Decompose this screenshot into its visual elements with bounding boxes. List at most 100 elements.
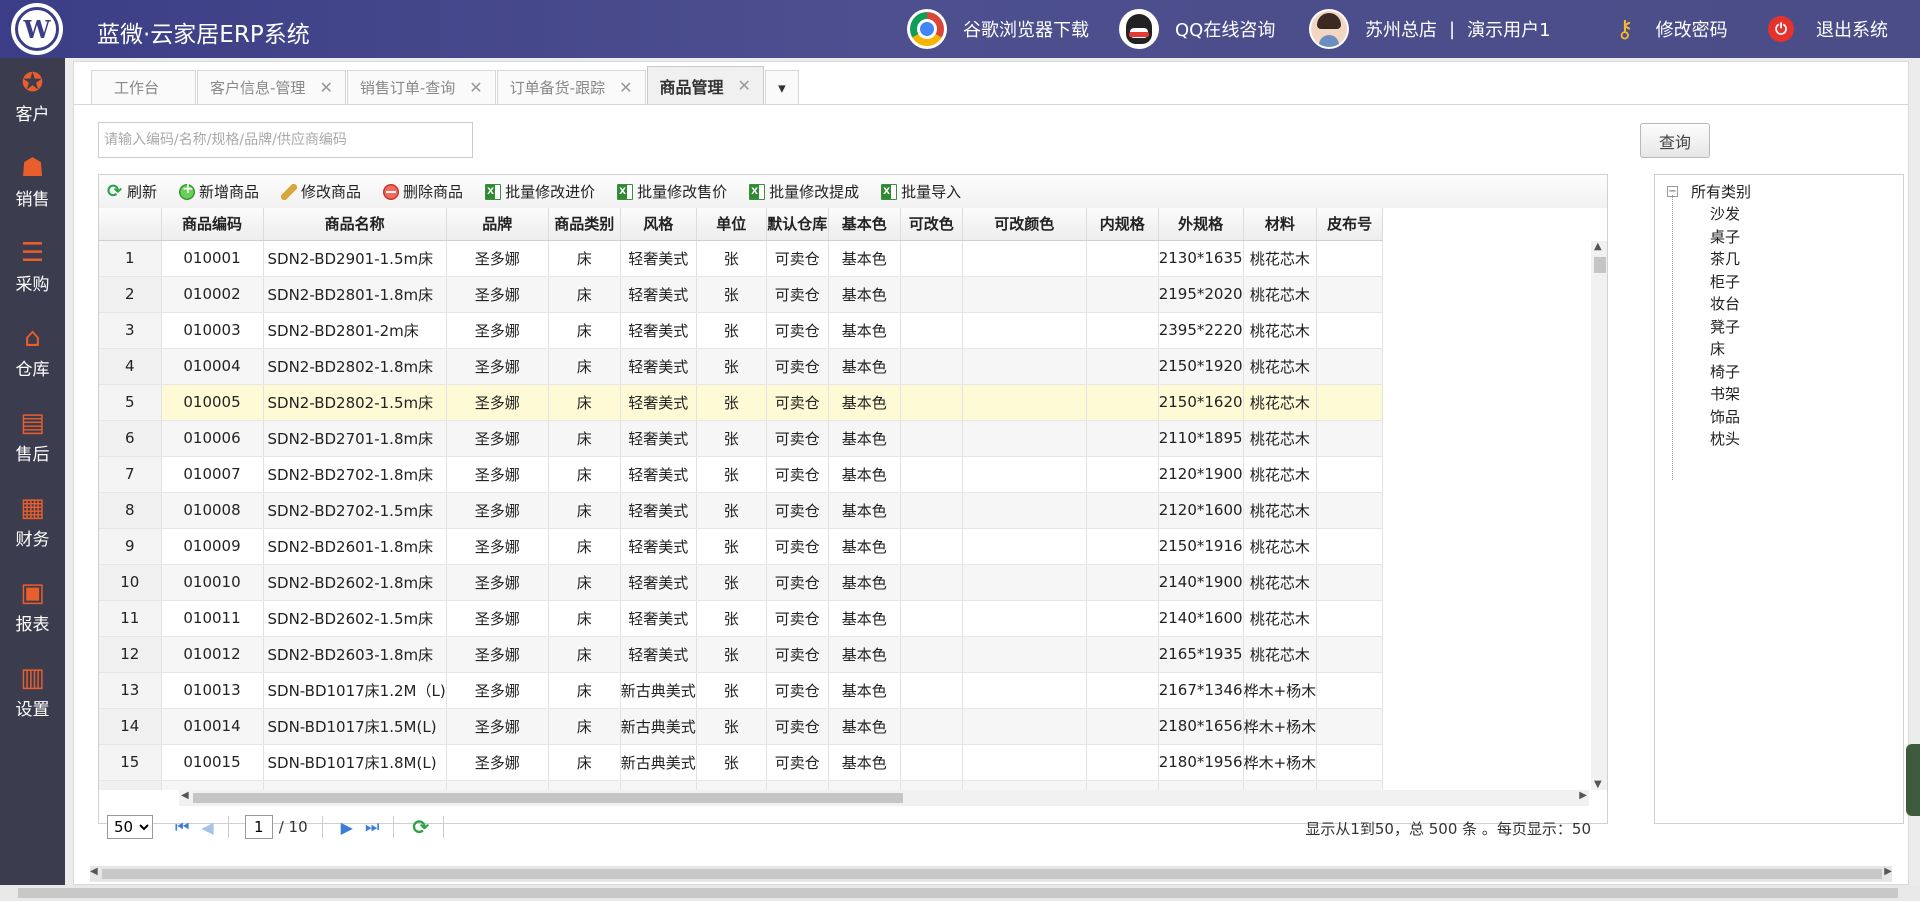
table-row[interactable]: 12 010012 SDN2-BD2603-1.8m床 圣多娜床轻奢美式张可卖仓 基本色… [99,636,1384,673]
table-row[interactable]: 16010016SDN-BD1019床1.8M(L)圣多娜床新古典美式张可卖仓基… [99,780,1384,790]
first-page-icon[interactable]: ⏮ [175,817,189,837]
close-icon[interactable]: ✕ [619,78,632,97]
last-page-icon[interactable]: ⏭ [365,817,379,837]
batch-price-button[interactable]: 批量修改售价 [617,181,727,202]
tree-node[interactable]: 茶几 [1710,248,1740,269]
batch-cost-button[interactable]: 批量修改进价 [485,181,595,202]
side-panel-handle[interactable] [1906,744,1920,816]
table-row[interactable]: 7 010007 SDN2-BD2702-1.8m床 圣多娜床轻奢美式张可卖仓 基本色 2… [99,456,1384,493]
sidebar-item-customer[interactable]: ✪ 客户 [0,68,65,138]
table-row[interactable]: 5 010005 SDN2-BD2802-1.5m床 圣多娜床轻奢美式张可卖仓 基本色 2… [99,384,1384,421]
scroll-thumb[interactable] [1594,257,1606,273]
tree-node[interactable]: 枕头 [1710,428,1740,449]
table-row[interactable]: 10 010010 SDN2-BD2602-1.8m床 圣多娜床轻奢美式张可卖仓 基本色… [99,564,1384,601]
window-horizontal-scrollbar[interactable] [0,885,1920,901]
tree-node[interactable]: 凳子 [1710,316,1740,337]
column-header-rownum[interactable] [99,208,162,241]
tab-customer-info[interactable]: 客户信息-管理 ✕ [197,70,346,104]
column-header[interactable]: 风格 [620,208,697,241]
table-row[interactable]: 8 010008 SDN2-BD2702-1.5m床 圣多娜床轻奢美式张可卖仓 基本色 2… [99,492,1384,529]
column-header[interactable]: 内规格 [1086,208,1159,241]
sidebar-item-settings[interactable]: ▥ 设置 [0,663,65,733]
column-header[interactable]: 可改颜色 [962,208,1087,241]
table-row[interactable]: 1 010001 SDN2-BD2901-1.5m床 圣多娜床轻奢美式张可卖仓 基本色 2… [99,240,1384,277]
close-icon[interactable]: ✕ [469,78,482,97]
page-number-input[interactable] [244,815,273,839]
scroll-thumb[interactable] [102,869,1882,879]
column-header[interactable]: 默认仓库 [766,208,829,241]
column-header[interactable]: 品牌 [446,208,549,241]
grid-horizontal-scrollbar[interactable]: ◀ ▶ [179,790,1589,806]
tree-node[interactable]: 桌子 [1710,226,1740,247]
close-icon[interactable]: ✕ [738,76,751,95]
table-row[interactable]: 6 010006 SDN2-BD2701-1.8m床 圣多娜床轻奢美式张可卖仓 基本色 2… [99,420,1384,457]
table-row[interactable]: 11 010011 SDN2-BD2602-1.5m床 圣多娜床轻奢美式张可卖仓 基本色… [99,600,1384,637]
sidebar-item-purchase[interactable]: ☰ 采购 [0,238,65,308]
table-row[interactable]: 15 010015 SDN-BD1017床1.8M(L) 圣多娜床新古典美式张可卖仓基… [99,744,1384,781]
table-cell: 轻奢美式 [620,276,697,313]
tree-node[interactable]: 沙发 [1710,203,1740,224]
batch-commission-button[interactable]: 批量修改提成 [749,181,859,202]
tree-node[interactable]: 妆台 [1710,293,1740,314]
tab-sales-orders[interactable]: 销售订单-查询 ✕ [346,70,496,104]
table-row[interactable]: 13 010013 SDN-BD1017床1.2M（L) 圣多娜床新古典美式张可卖仓基… [99,672,1384,709]
table-row[interactable]: 2 010002 SDN2-BD2801-1.8m床 圣多娜床轻奢美式张可卖仓 基本色 2… [99,276,1384,313]
tree-node[interactable]: 椅子 [1710,361,1740,382]
batch-import-button[interactable]: 批量导入 [881,181,961,202]
column-header[interactable]: 商品名称 [263,208,447,241]
sidebar-item-reports[interactable]: ▣ 报表 [0,578,65,648]
prev-page-icon[interactable]: ◀ [201,818,213,837]
delete-product-button[interactable]: 删除商品 [383,181,463,202]
tree-node[interactable]: 床 [1710,338,1725,359]
page-size-select[interactable]: 50 [107,815,153,839]
search-input[interactable] [98,122,473,158]
tree-node[interactable]: 柜子 [1710,271,1740,292]
reload-icon[interactable]: ⟳ [412,815,429,839]
tree-node[interactable]: 书架 [1710,383,1740,404]
tab-order-stock[interactable]: 订单备货-跟踪 ✕ [496,70,646,104]
browser-download-link[interactable]: 谷歌浏览器下载 [907,9,1089,49]
sidebar-item-aftersales[interactable]: ▤ 售后 [0,408,65,478]
scroll-thumb[interactable] [193,793,903,803]
column-header[interactable]: 外规格 [1158,208,1244,241]
scroll-left-icon[interactable]: ◀ [181,790,189,801]
tab-workbench[interactable]: 工作台 [91,70,197,104]
column-header[interactable]: 可改色 [900,208,963,241]
refresh-button[interactable]: ⟳ 刷新 [107,181,157,202]
scroll-thumb[interactable] [18,888,1898,898]
logout-link[interactable]: ⏻ 退出系统 [1768,9,1888,49]
sidebar-item-finance[interactable]: ▦ 财务 [0,493,65,563]
table-row[interactable]: 14 010014 SDN-BD1017床1.5M(L) 圣多娜床新古典美式张可卖仓基… [99,708,1384,745]
table-row[interactable]: 4 010004 SDN2-BD2802-1.8m床 圣多娜床轻奢美式张可卖仓 基本色 2… [99,348,1384,385]
sidebar-item-sales[interactable]: ☗ 销售 [0,153,65,223]
query-button[interactable]: 查询 [1640,123,1710,158]
sidebar-item-warehouse[interactable]: ⌂ 仓库 [0,323,65,393]
column-header[interactable]: 皮布号 [1316,208,1384,241]
page-horizontal-scrollbar[interactable]: ◀ ▶ [90,866,1892,882]
tab-dropdown-button[interactable]: ▾ [764,70,799,104]
scroll-left-icon[interactable]: ◀ [90,866,98,877]
column-header[interactable]: 单位 [696,208,767,241]
grid-vertical-scrollbar[interactable]: ▲ ▼ [1591,241,1607,790]
table-cell: 可卖仓 [766,456,829,493]
column-header[interactable]: 商品类别 [548,208,621,241]
column-header[interactable]: 基本色 [828,208,901,241]
scroll-up-icon[interactable]: ▲ [1594,241,1602,252]
scroll-down-icon[interactable]: ▼ [1594,779,1602,790]
close-icon[interactable]: ✕ [319,78,332,97]
table-row[interactable]: 9 010009 SDN2-BD2601-1.8m床 圣多娜床轻奢美式张可卖仓 基本色 2… [99,528,1384,565]
edit-product-button[interactable]: 修改商品 [281,181,361,202]
collapse-icon[interactable]: − [1667,186,1678,197]
scroll-right-icon[interactable]: ▶ [1579,790,1587,801]
column-header[interactable]: 商品编码 [161,208,264,241]
tree-node[interactable]: 饰品 [1710,406,1740,427]
change-password-link[interactable]: ⚷ 修改密码 [1616,9,1728,49]
table-row[interactable]: 3 010003 SDN2-BD2801-2m床 圣多娜床轻奢美式张可卖仓 基本色 239… [99,312,1384,349]
next-page-icon[interactable]: ▶ [341,818,353,837]
tree-root-node[interactable]: − 所有类别 [1667,181,1751,202]
tab-product-management[interactable]: 商品管理 ✕ [646,66,764,104]
column-header[interactable]: 材料 [1243,208,1318,241]
qq-consult-link[interactable]: QQ在线咨询 [1119,9,1275,49]
add-product-button[interactable]: 新增商品 [179,181,259,202]
scroll-right-icon[interactable]: ▶ [1884,866,1892,877]
